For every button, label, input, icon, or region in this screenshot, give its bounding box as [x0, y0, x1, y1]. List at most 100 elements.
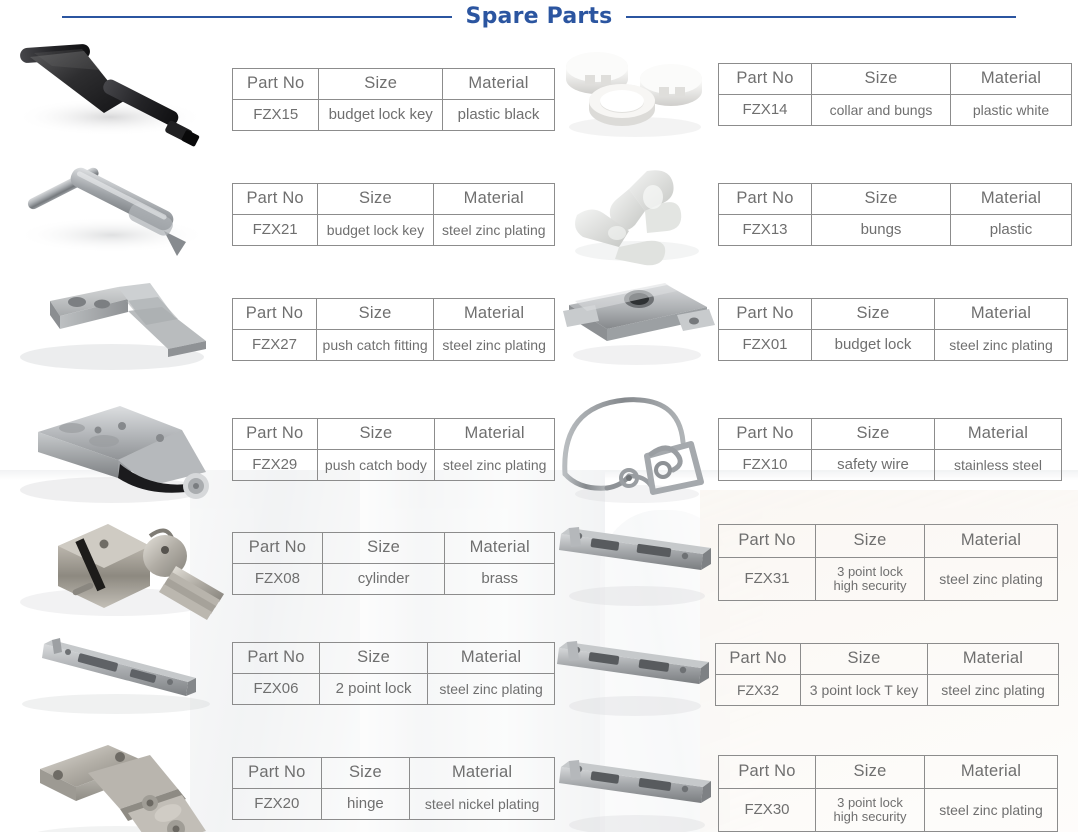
header-size: Size — [811, 62, 951, 95]
header-part-no: Part No — [718, 62, 812, 95]
header-size: Size — [800, 642, 928, 675]
cell-part-no: FZX30 — [718, 787, 816, 832]
cell-size-line-2: high security — [833, 808, 907, 824]
push-catch-fitting-photo — [0, 271, 232, 387]
cell-part-no: FZX29 — [232, 448, 318, 481]
cell-part-no: FZX14 — [718, 93, 812, 126]
budget-lock-photo — [555, 271, 718, 387]
two-point-lock-photo — [0, 618, 232, 728]
header-size: Size — [320, 756, 411, 789]
header-material: Material — [441, 67, 556, 100]
hinge-photo — [0, 725, 232, 832]
header-size: Size — [315, 297, 435, 330]
table-row: FZX06 2 point lock steel zinc plating — [232, 672, 555, 705]
header-rule-right — [626, 16, 1017, 18]
header-material: Material — [433, 297, 555, 330]
cell-part-no: FZX06 — [232, 672, 320, 705]
cell-material: steel zinc plating — [934, 328, 1068, 361]
spec-table: Part No Size Material FZX21 budget lock … — [231, 182, 556, 246]
three-point-lock-high-security-alt-photo — [555, 733, 718, 832]
product-row: Part No Size Material FZX20 hinge steel … — [0, 725, 555, 832]
table-header-row: Part No Size Material — [232, 531, 555, 564]
budget-lock-key-plastic-black-photo — [0, 39, 232, 159]
table-row: FZX13 bungs plastic — [718, 213, 1072, 246]
cylinder-with-keys-photo — [0, 502, 232, 624]
product-row: Part No Size Material FZX31 3 point lock… — [555, 502, 1058, 622]
header-material: Material — [950, 182, 1072, 215]
cell-size: 3 point lock high security — [815, 787, 925, 832]
push-catch-body-photo — [0, 386, 232, 512]
spec-table: Part No Size Material FZX27 push catch f… — [232, 297, 555, 361]
header-rule-left — [61, 16, 452, 18]
cell-part-no: FZX32 — [715, 673, 801, 706]
table-header-row: Part No Size Material — [232, 641, 555, 674]
product-row: Part No Size Material FZX08 cylinder bra… — [0, 502, 555, 624]
budget-lock-key-steel-photo — [0, 155, 232, 273]
header-part-no: Part No — [718, 417, 812, 450]
cell-material: stainless steel — [934, 448, 1062, 481]
table-row: FZX15 budget lock key plastic black — [231, 98, 556, 131]
cell-part-no: FZX20 — [232, 787, 322, 820]
cell-material: plastic black — [441, 98, 556, 131]
header-size: Size — [811, 417, 935, 450]
cell-material: steel zinc plating — [433, 328, 555, 361]
cell-size: budget lock — [811, 328, 935, 361]
cell-part-no: FZX10 — [718, 448, 812, 481]
header-part-no: Part No — [231, 182, 319, 215]
spec-table: Part No Size Material FZX30 3 point lock… — [718, 754, 1058, 832]
cell-material: steel nickel plating — [409, 787, 555, 820]
table-row: FZX10 safety wire stainless steel — [718, 448, 1062, 481]
table-header-row: Part No Size Material — [232, 417, 555, 450]
header-size: Size — [815, 523, 925, 558]
product-row: Part No Size Material FZX30 3 point lock… — [555, 733, 1058, 832]
three-point-lock-t-key-photo — [555, 618, 715, 730]
header-part-no: Part No — [718, 754, 816, 789]
cell-material: brass — [444, 562, 555, 595]
header-material: Material — [924, 754, 1058, 789]
cell-size: cylinder — [321, 562, 446, 595]
table-row: FZX30 3 point lock high security steel z… — [718, 787, 1058, 832]
cell-material: steel zinc plating — [924, 556, 1058, 601]
cell-size: 3 point lock T key — [800, 673, 928, 706]
three-point-lock-high-security-photo — [555, 502, 718, 622]
table-row: FZX29 push catch body steel zinc plating — [232, 448, 555, 481]
cell-size: safety wire — [811, 448, 935, 481]
table-row: FZX14 collar and bungs plastic white — [718, 93, 1072, 126]
header-part-no: Part No — [232, 417, 318, 450]
page-header: Spare Parts — [0, 0, 1078, 34]
cell-part-no: FZX31 — [718, 556, 816, 601]
spec-table: Part No Size Material FZX08 cylinder bra… — [232, 531, 555, 595]
cell-material: plastic white — [950, 93, 1072, 126]
cell-part-no: FZX27 — [232, 328, 317, 361]
safety-wire-photo — [555, 386, 718, 512]
product-row: Part No Size Material FZX14 collar and b… — [555, 39, 1072, 149]
table-header-row: Part No Size Material — [231, 67, 556, 100]
table-row: FZX27 push catch fitting steel zinc plat… — [232, 328, 555, 361]
product-row: Part No Size Material FZX10 safety wire … — [555, 386, 1062, 512]
header-size: Size — [815, 754, 925, 789]
cell-part-no: FZX15 — [231, 98, 320, 131]
header-size: Size — [811, 182, 951, 215]
table-header-row: Part No Size Material — [718, 62, 1072, 95]
product-row: Part No Size Material FZX13 bungs plasti… — [555, 155, 1072, 273]
cell-size-line-1: 3 point lock — [837, 795, 903, 811]
cell-size: budget lock key — [317, 213, 434, 246]
cell-material: steel zinc plating — [924, 787, 1058, 832]
header-size: Size — [318, 641, 429, 674]
header-size: Size — [811, 297, 935, 330]
cell-size: push catch fitting — [315, 328, 435, 361]
header-material: Material — [934, 417, 1062, 450]
header-size: Size — [321, 531, 446, 564]
table-row: FZX31 3 point lock high security steel z… — [718, 556, 1058, 601]
header-material: Material — [924, 523, 1058, 558]
collar-and-bungs-photo — [555, 39, 718, 149]
product-row: Part No Size Material FZX32 3 point lock… — [555, 618, 1059, 730]
header-part-no: Part No — [232, 297, 317, 330]
table-header-row: Part No Size Material — [715, 642, 1059, 675]
cell-size: hinge — [320, 787, 411, 820]
product-row: Part No Size Material FZX27 push catch f… — [0, 271, 555, 387]
bungs-plastic-photo — [555, 155, 718, 273]
table-header-row: Part No Size Material — [718, 417, 1062, 450]
spec-table: Part No Size Material FZX13 bungs plasti… — [718, 182, 1072, 246]
cell-part-no: FZX08 — [232, 562, 323, 595]
